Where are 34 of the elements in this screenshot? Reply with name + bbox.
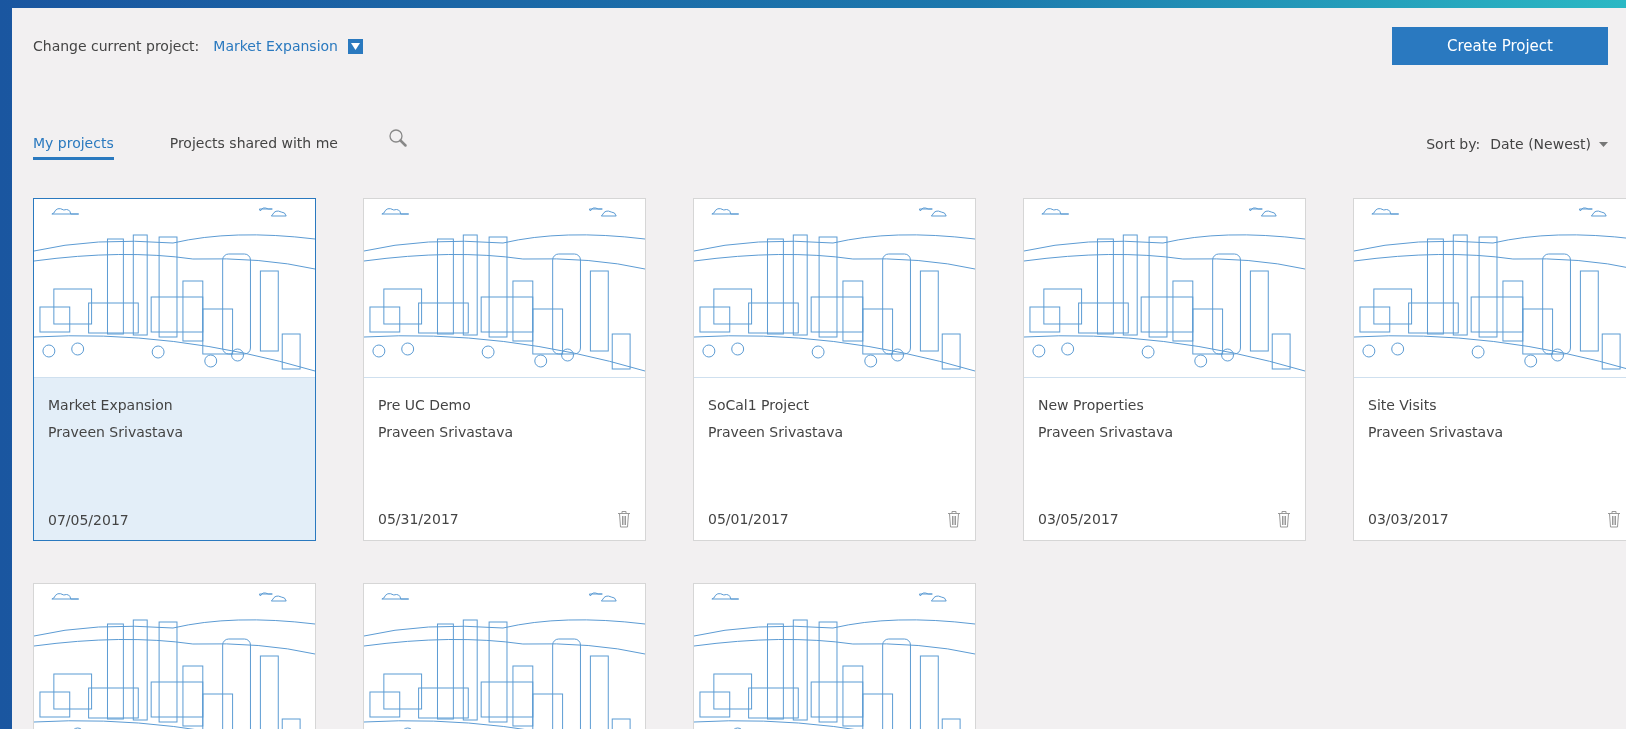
project-owner: Praveen Srivastava xyxy=(378,423,514,442)
sort-dropdown[interactable]: Date (Newest) xyxy=(1490,136,1608,152)
project-owner: Praveen Srivastava xyxy=(1038,423,1174,442)
project-card[interactable]: Pre UC Demo Praveen Srivastava 05/31/2017 xyxy=(363,198,646,541)
tab[interactable]: My projects xyxy=(33,135,114,160)
project-card[interactable]: Site Visits Praveen Srivastava 03/03/2017 xyxy=(1353,198,1626,541)
project-title: Pre UC Demo xyxy=(378,396,472,415)
project-title: New Properties xyxy=(1038,396,1145,415)
dropdown-icon[interactable] xyxy=(348,38,363,54)
current-project-link[interactable]: Market Expansion xyxy=(213,38,338,54)
trash-icon[interactable] xyxy=(1277,510,1291,528)
project-card[interactable]: SoCal1 Project Praveen Srivastava 05/01/2017 xyxy=(693,198,976,541)
change-project-label: Change current project: xyxy=(33,38,200,54)
project-title: Market Expansion xyxy=(48,396,174,415)
project-title: SoCal1 Project xyxy=(708,396,810,415)
project-owner: Praveen Srivastava xyxy=(708,423,844,442)
project-card[interactable]: Market Expansion Praveen Srivastava 07/05/2017 xyxy=(33,198,316,541)
trash-icon[interactable] xyxy=(947,510,961,528)
search-icon[interactable] xyxy=(387,128,408,148)
project-date: 03/03/2017 xyxy=(1368,511,1449,527)
project-date: 03/05/2017 xyxy=(1038,511,1119,527)
create-project-button[interactable]: Create Project xyxy=(1392,27,1608,65)
project-date: 07/05/2017 xyxy=(48,512,129,528)
tab[interactable]: Projects shared with me xyxy=(169,135,338,160)
sort-label: Sort by: xyxy=(1426,136,1481,152)
project-owner: Praveen Srivastava xyxy=(1368,423,1504,442)
caret-icon xyxy=(1599,141,1608,147)
project-date: 05/01/2017 xyxy=(708,511,789,527)
project-owner: Praveen Srivastava xyxy=(48,423,184,442)
project-title: Site Visits xyxy=(1368,396,1438,415)
trash-icon[interactable] xyxy=(1607,510,1621,528)
project-date: 05/31/2017 xyxy=(378,511,459,527)
trash-icon[interactable] xyxy=(617,510,631,528)
project-card[interactable]: New Properties Praveen Srivastava 03/05/2017 xyxy=(1023,198,1306,541)
